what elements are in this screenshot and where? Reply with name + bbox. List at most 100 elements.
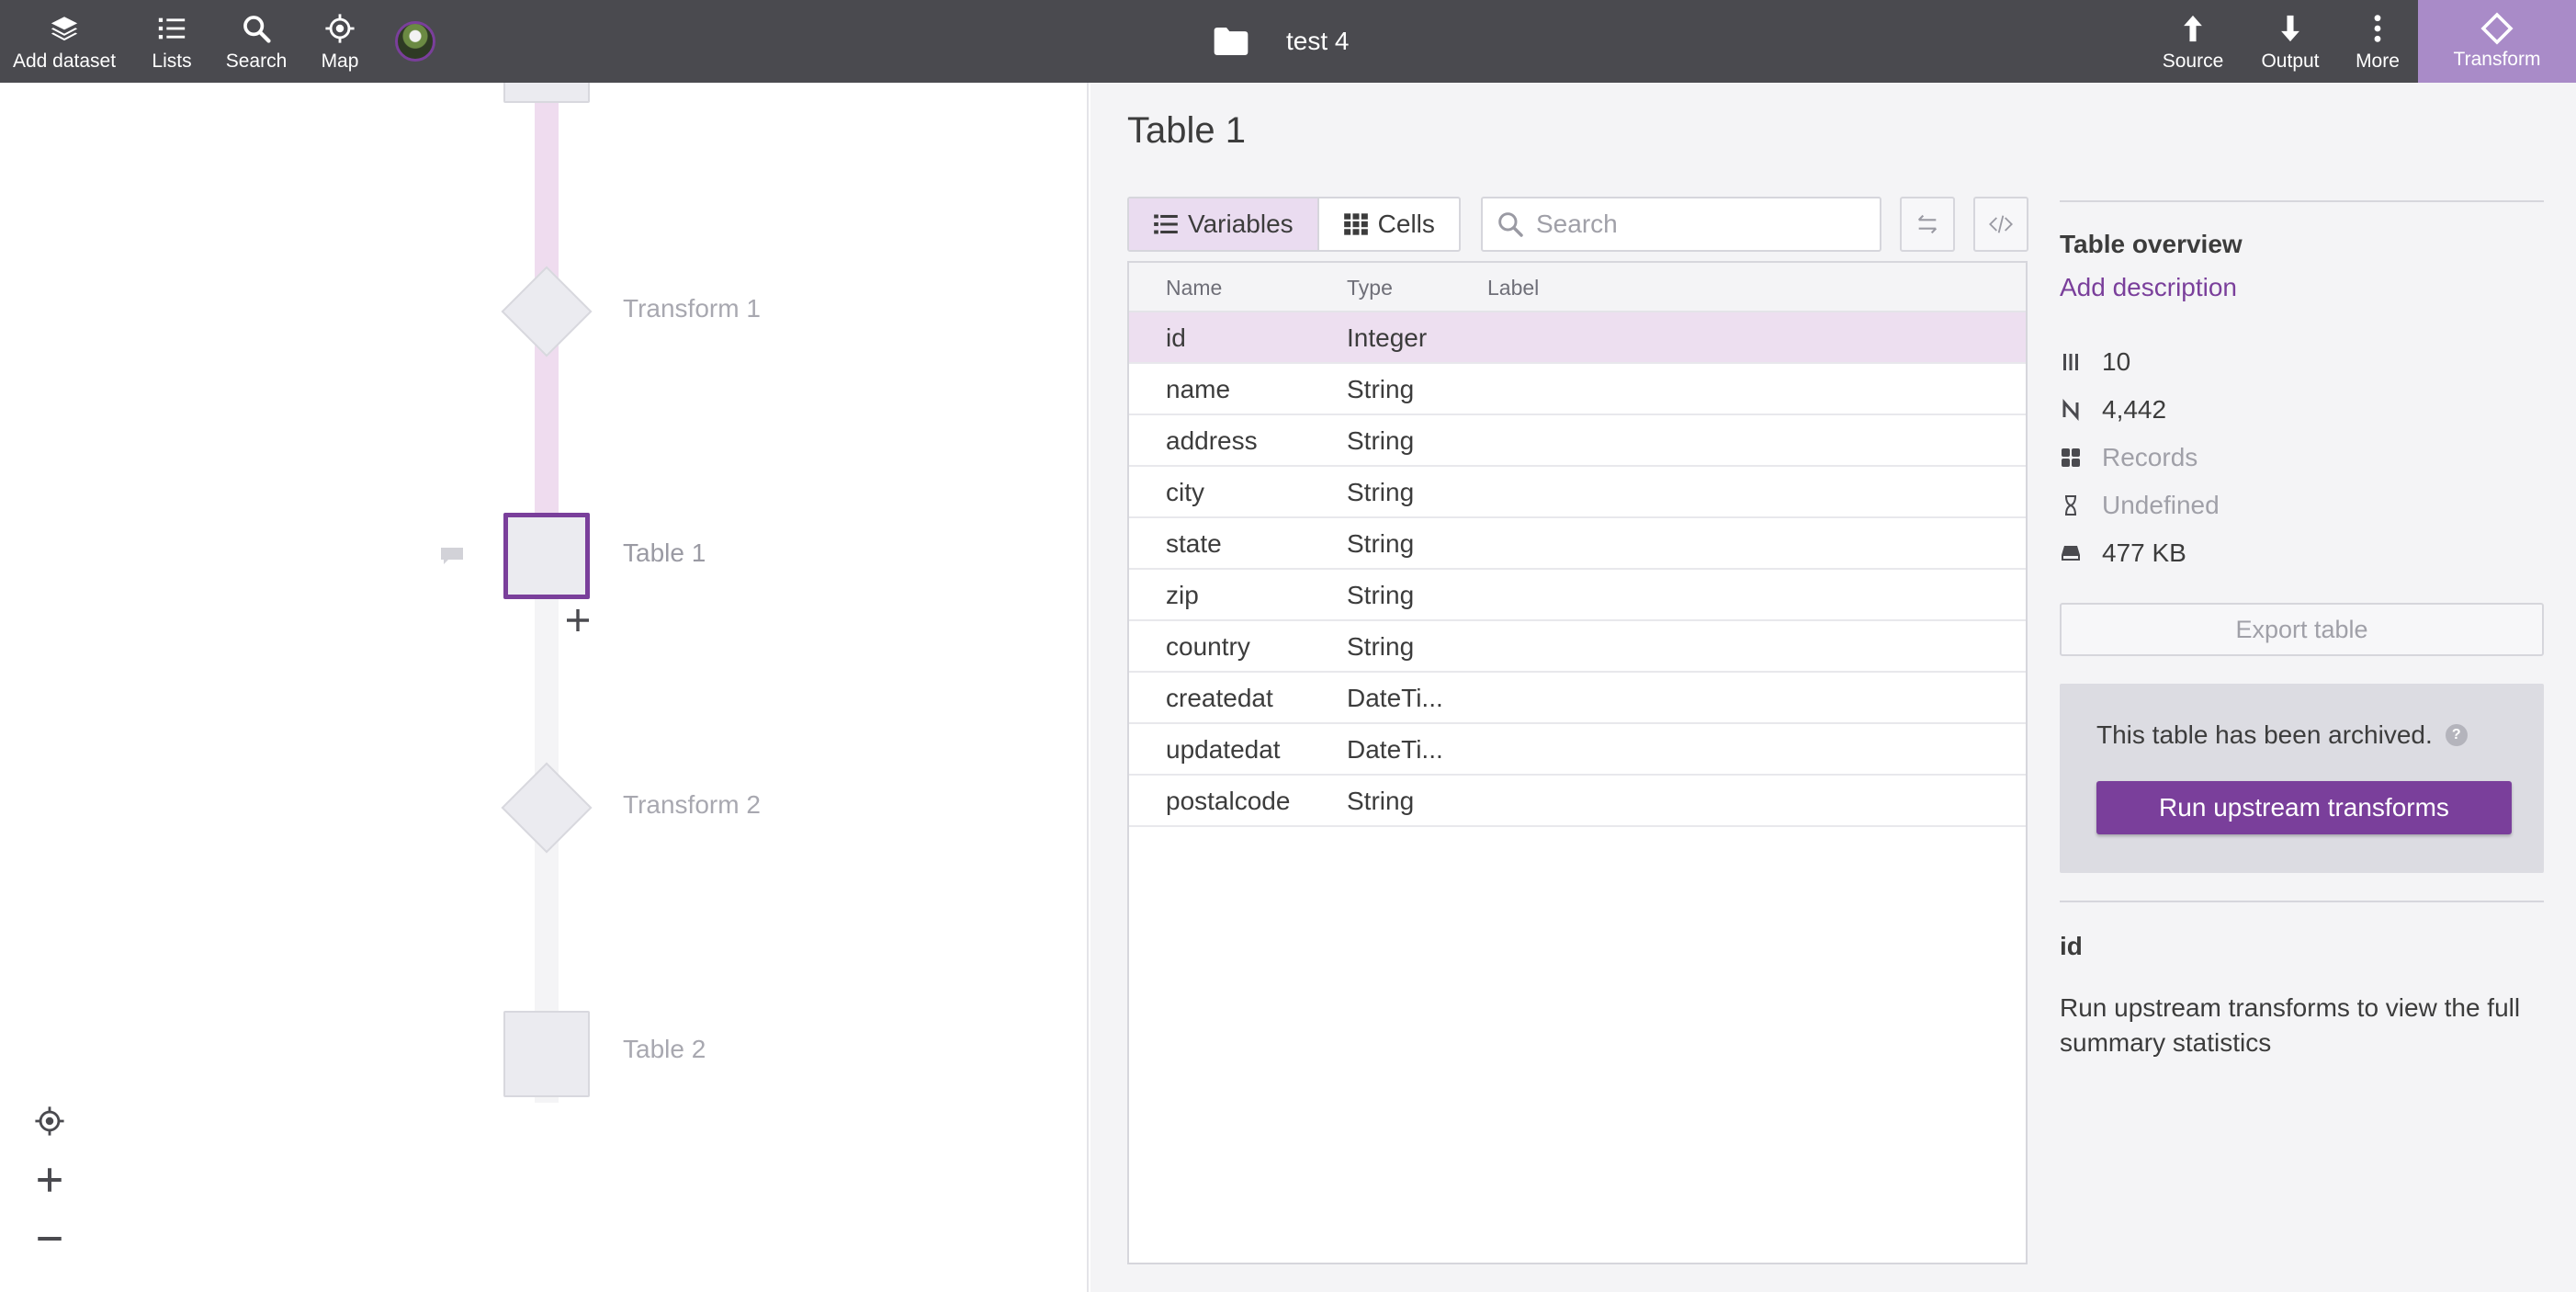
table-row[interactable]: name String	[1129, 364, 2026, 415]
variable-name-cell: city	[1166, 478, 1204, 506]
action-label: Source	[2162, 51, 2224, 72]
top-bar: Add dataset Lists Search Map test 4 Sour…	[0, 0, 2576, 83]
zoom-out-button[interactable]	[31, 1220, 68, 1257]
project-name: test 4	[1286, 27, 1350, 55]
table-row[interactable]: country String	[1129, 621, 2026, 673]
node-label-transform-1[interactable]: Transform 1	[623, 294, 761, 323]
column-header-name[interactable]: Name	[1166, 276, 1222, 300]
transform-tab[interactable]: Transform	[2418, 0, 2576, 83]
variable-name-cell: address	[1166, 426, 1258, 455]
variable-name-cell: updatedat	[1166, 735, 1281, 764]
add-dataset-button[interactable]: Add dataset	[13, 0, 116, 83]
table-row[interactable]: postalcode String	[1129, 776, 2026, 827]
workflow-node-upstream-table[interactable]	[503, 83, 590, 103]
variable-name-cell: postalcode	[1166, 787, 1291, 815]
variable-type-cell: String	[1347, 426, 1415, 455]
help-icon[interactable]: ?	[2445, 724, 2468, 746]
add-transform-icon[interactable]	[564, 606, 592, 634]
variable-type-cell: DateTi...	[1347, 735, 1443, 764]
action-label: Output	[2261, 51, 2320, 72]
variable-name-cell: id	[1166, 323, 1186, 352]
swap-arrows-icon	[1917, 214, 1938, 234]
variable-type-cell: String	[1347, 787, 1415, 815]
nav-label: Search	[225, 51, 288, 72]
node-label-table-1[interactable]: Table 1	[623, 538, 706, 568]
variable-type-cell: String	[1347, 529, 1415, 558]
variable-name-cell: country	[1166, 632, 1250, 661]
page-title: Table 1	[1127, 110, 1246, 151]
archived-text: This table has been archived.	[2096, 720, 2433, 749]
search-input[interactable]	[1536, 210, 1867, 239]
source-button[interactable]: Source	[2161, 0, 2225, 83]
node-label-transform-2[interactable]: Transform 2	[623, 790, 761, 820]
lists-button[interactable]: Lists	[147, 0, 197, 83]
search-nav-button[interactable]: Search	[224, 0, 288, 83]
recenter-button[interactable]	[31, 1103, 68, 1139]
n-icon	[2060, 399, 2082, 421]
avatar[interactable]	[395, 21, 435, 62]
workflow-node-transform-1[interactable]	[501, 266, 593, 357]
table-row[interactable]: createdat DateTi...	[1129, 673, 2026, 724]
records-icon	[2060, 447, 2082, 469]
variable-name-cell: createdat	[1166, 684, 1273, 712]
grid-icon	[1343, 213, 1368, 235]
layers-icon	[46, 10, 83, 47]
table-row[interactable]: state String	[1129, 518, 2026, 570]
folder-icon	[1214, 28, 1248, 55]
add-description-link[interactable]: Add description	[2060, 273, 2237, 302]
variable-type-cell: DateTi...	[1347, 684, 1443, 712]
zoom-in-button[interactable]	[31, 1162, 68, 1198]
search-icon	[1498, 212, 1523, 237]
selected-variable-name: id	[2060, 932, 2083, 960]
overview-title: Table overview	[2060, 230, 2243, 258]
comment-icon[interactable]	[439, 546, 465, 566]
hourglass-icon	[2060, 494, 2082, 516]
run-upstream-transforms-button[interactable]: Run upstream transforms	[2096, 781, 2512, 834]
column-header-type[interactable]: Type	[1347, 276, 1393, 300]
export-table-button[interactable]: Export table	[2060, 603, 2544, 656]
code-view-button[interactable]	[1973, 197, 2028, 252]
diamond-icon	[2480, 12, 2514, 45]
variable-type-cell: String	[1347, 632, 1415, 661]
recenter-icon	[35, 1106, 64, 1136]
stat-value: Records	[2102, 443, 2198, 471]
table-row[interactable]: zip String	[1129, 570, 2026, 621]
tab-label: Variables	[1188, 210, 1294, 238]
table-row[interactable]: city String	[1129, 467, 2026, 518]
workflow-canvas[interactable]: Transform 1 Table 1 Transform 2 Table 2	[0, 83, 1089, 1292]
variable-type-cell: String	[1347, 478, 1415, 506]
node-label-table-2[interactable]: Table 2	[623, 1035, 706, 1064]
reorder-button[interactable]	[1900, 197, 1955, 252]
more-button[interactable]: More	[2354, 0, 2401, 83]
summary-statistics-note: Run upstream transforms to view the full…	[2060, 993, 2521, 1057]
output-button[interactable]: Output	[2258, 0, 2322, 83]
hard-drive-icon	[2060, 542, 2082, 564]
search-icon	[238, 10, 275, 47]
map-button[interactable]: Map	[320, 0, 360, 83]
stat-value: Undefined	[2102, 491, 2220, 519]
zoom-out-icon	[38, 1237, 62, 1241]
stat-value: 4,442	[2102, 395, 2167, 424]
variable-type-cell: String	[1347, 581, 1415, 609]
table-detail-panel: Table 1 Variables Cells Name Type Label …	[1090, 83, 2576, 1292]
variable-search	[1481, 197, 1881, 252]
workflow-node-table-1[interactable]	[503, 513, 590, 599]
divider	[2060, 901, 2544, 902]
nav-label: Map	[321, 51, 359, 72]
workflow-node-table-2[interactable]	[503, 1011, 590, 1097]
tab-label: Cells	[1377, 210, 1435, 238]
code-icon	[1989, 215, 2013, 233]
table-row[interactable]: address String	[1129, 415, 2026, 467]
table-row[interactable]: id Integer	[1129, 312, 2026, 364]
archived-notice: This table has been archived. ? Run upst…	[2060, 684, 2544, 873]
stat-value: 10	[2102, 347, 2131, 376]
tab-variables[interactable]: Variables	[1129, 198, 1317, 250]
stat-value: 477 KB	[2102, 538, 2186, 567]
project-title[interactable]: test 4	[1213, 0, 1349, 83]
column-header-label[interactable]: Label	[1487, 276, 1539, 300]
tab-cells[interactable]: Cells	[1316, 198, 1459, 250]
workflow-node-transform-2[interactable]	[501, 762, 593, 854]
table-header: Name Type Label	[1129, 263, 2026, 312]
table-row[interactable]: updatedat DateTi...	[1129, 724, 2026, 776]
variable-name-cell: state	[1166, 529, 1222, 558]
